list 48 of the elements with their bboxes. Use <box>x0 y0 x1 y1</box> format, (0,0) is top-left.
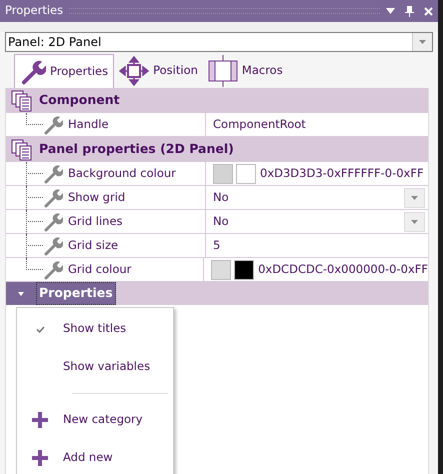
wrench-icon <box>43 260 63 280</box>
property-value: 0xDCDCDC-0x000000-0-0xFF <box>258 262 428 276</box>
value-dropdown[interactable]: No <box>206 186 428 209</box>
macro-block-icon <box>208 55 238 87</box>
property-name: Grid colour <box>68 260 132 278</box>
menu-item[interactable]: Add new <box>17 439 173 474</box>
property-name: Grid size <box>68 236 118 254</box>
property-name: Background colour <box>68 164 176 182</box>
wrench-icon <box>43 212 63 232</box>
window-title: Properties <box>5 2 64 20</box>
colour-swatch[interactable] <box>236 164 256 184</box>
colour-swatch[interactable] <box>213 164 233 184</box>
colour-swatch[interactable] <box>234 260 254 280</box>
category-title[interactable]: Properties <box>36 282 116 305</box>
caret-icon <box>411 220 418 224</box>
menu-item[interactable]: New category <box>17 401 173 439</box>
menu-item[interactable]: Show variables <box>17 348 173 386</box>
category-toggle[interactable] <box>6 282 36 305</box>
dropdown-icon[interactable] <box>386 8 395 14</box>
property-name: Handle <box>68 116 109 133</box>
caret-icon <box>411 196 418 200</box>
tab[interactable]: Macros <box>202 54 288 88</box>
collapse-caret-icon <box>18 290 24 296</box>
close-icon[interactable] <box>424 6 433 16</box>
check-icon <box>36 326 44 332</box>
group-header: Component <box>6 88 428 113</box>
tab[interactable]: Position <box>114 54 203 88</box>
wrench-icon <box>43 164 63 184</box>
value-dropdown[interactable]: No <box>206 210 428 233</box>
property-value: ComponentRoot <box>213 116 306 133</box>
property-value: 5 <box>213 236 220 254</box>
property-name: Show grid <box>68 188 126 206</box>
tab[interactable]: Properties <box>14 54 114 88</box>
pin-icon[interactable] <box>405 6 414 16</box>
menu-item[interactable]: Show titles <box>17 310 173 348</box>
component-selector[interactable]: Panel: 2D Panel <box>5 32 433 52</box>
colour-swatch[interactable] <box>211 260 232 280</box>
caret-icon <box>419 40 426 44</box>
property-name: Grid lines <box>68 212 123 230</box>
wrench-icon <box>43 114 63 134</box>
plus-icon <box>32 412 48 428</box>
property-value: 0xD3D3D3-0xFFFFFF-0-0xFF <box>260 166 424 180</box>
wrench-icon <box>43 188 63 208</box>
move-arrows-icon <box>119 56 150 86</box>
wrench-icon <box>20 58 46 84</box>
group-header: Panel properties (2D Panel) <box>6 137 428 162</box>
wrench-icon <box>43 236 63 256</box>
plus-icon <box>32 450 48 466</box>
